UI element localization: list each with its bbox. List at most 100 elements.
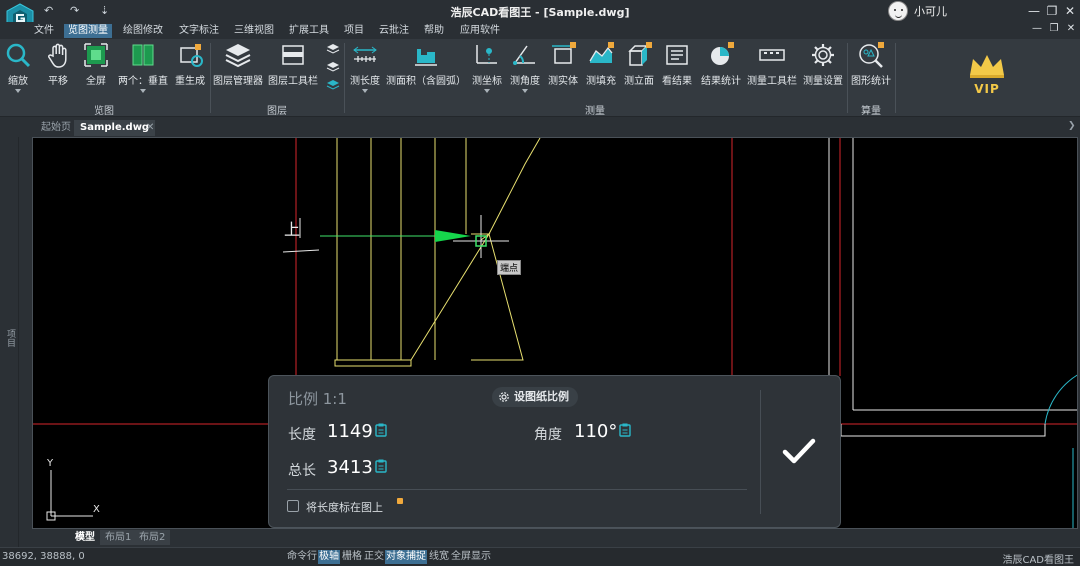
split-view-tool[interactable]: 两个：垂直 xyxy=(116,41,170,93)
measure-entity-tool[interactable]: 测实体 xyxy=(546,41,580,87)
mark-length-label[interactable]: 将长度标在图上 xyxy=(306,499,383,515)
project-panel-tab[interactable]: 项目 xyxy=(4,329,17,347)
menu-bar: 文件 览图测量 绘图修改 文字标注 三维视图 扩展工具 项目 云批注 帮助 应用… xyxy=(0,22,1080,39)
panel-divider xyxy=(287,489,747,490)
toggle-polar-tracking[interactable]: 极轴 xyxy=(318,550,340,564)
menu-cloud-markup[interactable]: 云批注 xyxy=(375,24,413,38)
tab-layout-1[interactable]: 布局1 xyxy=(100,530,137,545)
title-bar: ↶ ↷ ⇣ 浩辰CAD看图王 - [Sample.dwg] 小可儿 — ❐ ✕ xyxy=(0,0,1080,33)
ribbon-separator xyxy=(210,43,211,113)
user-name[interactable]: 小可儿 xyxy=(914,3,947,19)
ucs-y-label: Y xyxy=(47,458,54,469)
measure-toolbar-tool[interactable]: 测量工具栏 xyxy=(746,41,798,87)
results-statistics-tool[interactable]: 结果统计 xyxy=(700,41,742,87)
tab-model[interactable]: 模型 xyxy=(70,530,100,545)
menu-help[interactable]: 帮助 xyxy=(420,24,448,38)
split-view-label: 两个：垂直 xyxy=(118,76,168,87)
ribbon-separator xyxy=(847,43,848,113)
shape-statistics-label: 图形统计 xyxy=(851,76,891,87)
measure-entity-label: 测实体 xyxy=(548,76,578,87)
menu-file[interactable]: 文件 xyxy=(30,24,58,38)
measure-coordinate-label: 测坐标 xyxy=(472,76,502,87)
tab-start-page[interactable]: 起始页 xyxy=(35,120,77,136)
mark-length-checkbox[interactable] xyxy=(287,500,299,512)
zoom-tool[interactable]: 缩放 xyxy=(4,41,32,93)
gear-icon xyxy=(499,392,509,402)
chevron-down-icon[interactable] xyxy=(522,89,528,93)
copy-total-icon[interactable] xyxy=(375,459,387,473)
scale-text: 比例 1:1 xyxy=(288,390,347,408)
panel-vertical-divider xyxy=(760,390,761,514)
measure-coordinate-tool[interactable]: 测坐标 xyxy=(470,41,504,93)
set-drawing-scale-button[interactable]: 设图纸比例 xyxy=(492,387,578,407)
copy-length-icon[interactable] xyxy=(375,423,387,437)
menu-draw-modify[interactable]: 绘图修改 xyxy=(119,24,167,38)
left-dock: ≡ 项目 xyxy=(0,117,19,547)
maximize-button[interactable]: ❐ xyxy=(1043,2,1061,20)
close-window-button[interactable]: ✕ xyxy=(1061,2,1079,20)
group-label-layer: 图层 xyxy=(267,106,287,117)
measure-hatch-icon xyxy=(589,42,614,63)
gear-icon xyxy=(812,44,834,66)
avatar[interactable] xyxy=(888,1,908,21)
measure-settings-tool[interactable]: 测量设置 xyxy=(802,41,844,87)
menu-3d-view[interactable]: 三维视图 xyxy=(230,24,278,38)
measure-coordinate-icon xyxy=(476,45,497,64)
view-results-tool[interactable]: 看结果 xyxy=(660,41,694,87)
measure-length-tool[interactable]: 测长度 xyxy=(347,41,383,93)
menu-extensions[interactable]: 扩展工具 xyxy=(285,24,333,38)
menu-apps[interactable]: 应用软件 xyxy=(456,24,504,38)
user-account[interactable]: 小可儿 xyxy=(888,1,947,21)
toggle-command-line[interactable]: 命令行 xyxy=(286,550,318,564)
menu-project[interactable]: 项目 xyxy=(340,24,368,38)
measure-toolbar-label: 测量工具栏 xyxy=(747,76,797,87)
total-length-label: 总长 xyxy=(288,463,316,479)
status-bar: 38692, 38888, 0 命令行 极轴 栅格 正交 对象捕捉 线宽 全屏显… xyxy=(0,547,1080,566)
length-label: 长度 xyxy=(288,427,316,443)
chevron-down-icon[interactable] xyxy=(484,89,490,93)
tab-close-icon[interactable]: ✕ xyxy=(140,120,160,136)
chevron-down-icon[interactable] xyxy=(362,89,368,93)
layers-icon xyxy=(225,44,251,68)
measure-length-icon xyxy=(353,46,377,62)
doc-minimize-button[interactable]: — xyxy=(1028,20,1046,38)
toggle-grid[interactable]: 栅格 xyxy=(341,550,363,564)
regenerate-icon xyxy=(180,44,203,67)
menu-view-measure[interactable]: 览图测量 xyxy=(64,24,112,38)
layer-manager-tool[interactable]: 图层管理器 xyxy=(212,41,264,87)
measure-angle-label: 测角度 xyxy=(510,76,540,87)
menu-text-dimension[interactable]: 文字标注 xyxy=(175,24,223,38)
doc-restore-button[interactable]: ❐ xyxy=(1045,20,1063,38)
toggle-object-snap[interactable]: 对象捕捉 xyxy=(385,550,427,564)
minimize-button[interactable]: — xyxy=(1025,2,1043,20)
toggle-lineweight[interactable]: 线宽 xyxy=(428,550,450,564)
premium-badge-icon xyxy=(397,498,403,504)
cursor-coordinates: 38692, 38888, 0 xyxy=(2,551,85,562)
crown-icon xyxy=(970,55,1004,78)
split-vertical-icon xyxy=(132,44,154,66)
chevron-down-icon[interactable] xyxy=(15,89,21,93)
shape-statistics-tool[interactable]: 图形统计 xyxy=(850,41,892,87)
toggle-ortho[interactable]: 正交 xyxy=(363,550,385,564)
group-label-quantity: 算量 xyxy=(861,106,881,117)
layer-state-icon[interactable] xyxy=(326,43,340,93)
total-length-value: 3413 xyxy=(327,457,373,478)
regenerate-tool[interactable]: 重生成 xyxy=(174,41,206,87)
measure-hatch-tool[interactable]: 测填充 xyxy=(584,41,618,87)
measure-angle-tool[interactable]: 测角度 xyxy=(508,41,542,93)
toggle-fullscreen-display[interactable]: 全屏显示 xyxy=(450,550,492,564)
tab-list-chevron-icon[interactable]: ❯ xyxy=(1068,121,1076,131)
layer-toolbar-tool[interactable]: 图层工具栏 xyxy=(268,41,318,87)
layer-toolbar-label: 图层工具栏 xyxy=(268,76,318,87)
measure-elevation-tool[interactable]: 测立面 xyxy=(622,41,656,87)
doc-close-button[interactable]: ✕ xyxy=(1062,20,1080,38)
pan-tool[interactable]: 平移 xyxy=(44,41,72,87)
tab-layout-2[interactable]: 布局2 xyxy=(134,530,171,545)
results-list-icon xyxy=(666,45,688,65)
fullscreen-tool[interactable]: 全屏 xyxy=(82,41,110,87)
vip-badge[interactable]: VIP xyxy=(962,53,1012,96)
chevron-down-icon[interactable] xyxy=(140,89,146,93)
measure-area-tool[interactable]: 测面积（含圆弧） xyxy=(386,41,466,87)
confirm-check-icon[interactable] xyxy=(779,431,819,471)
copy-angle-icon[interactable] xyxy=(619,423,631,437)
